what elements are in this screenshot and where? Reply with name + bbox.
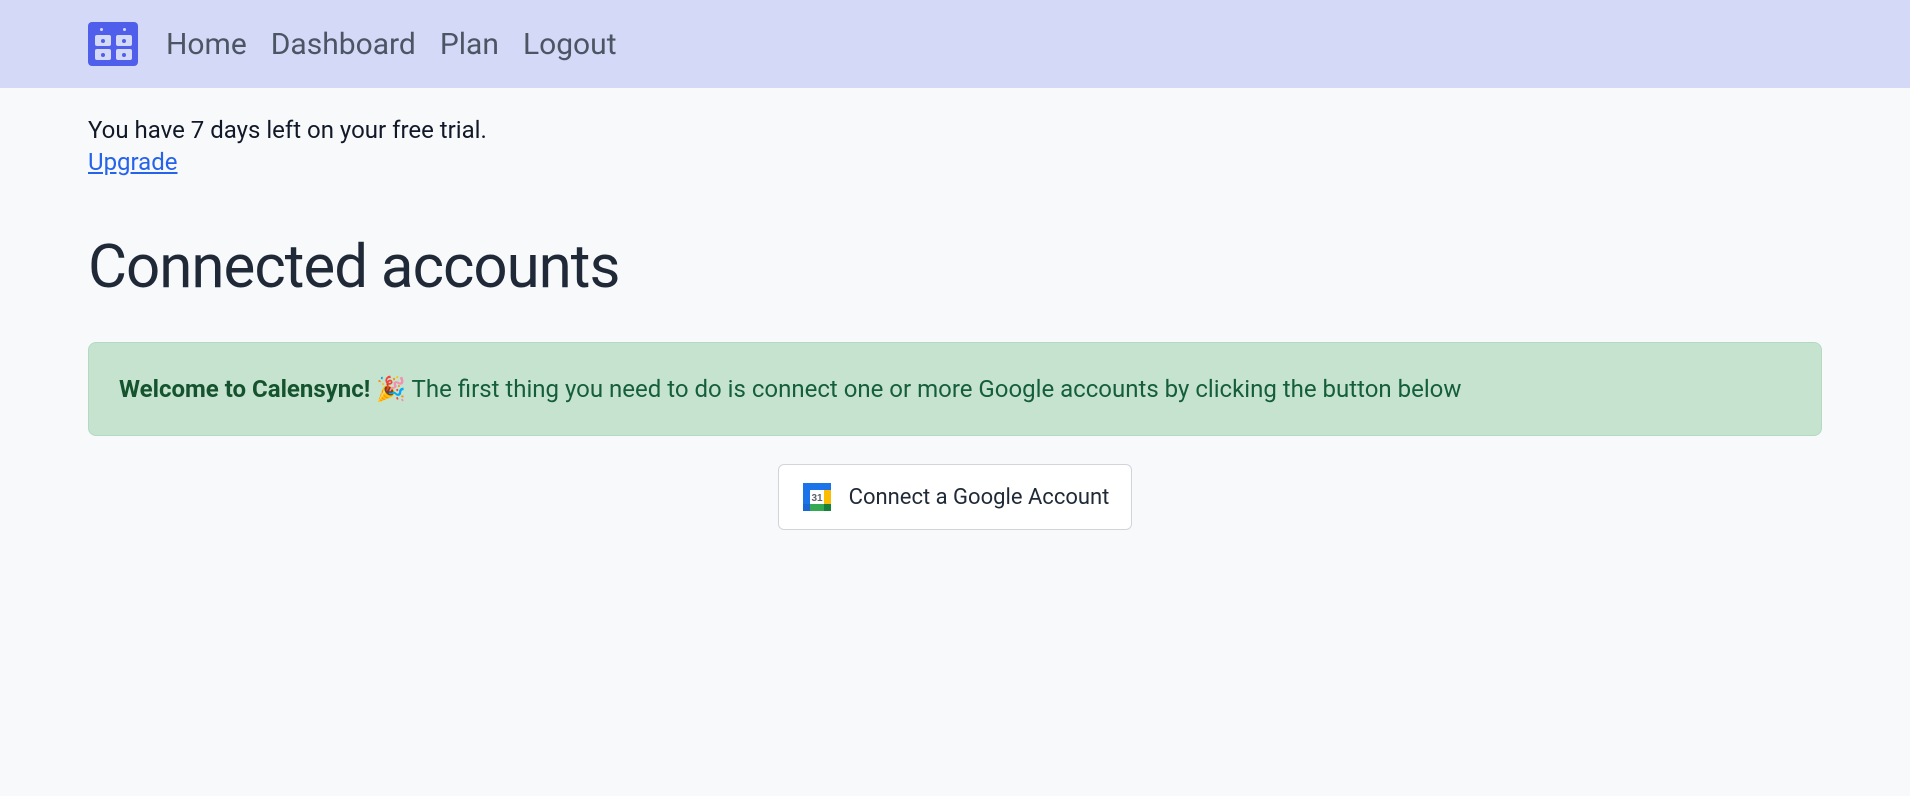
party-emoji-icon: 🎉 bbox=[376, 375, 406, 403]
nav-link-logout[interactable]: Logout bbox=[523, 27, 617, 62]
nav-link-dashboard[interactable]: Dashboard bbox=[271, 27, 416, 62]
google-calendar-icon: 31 bbox=[801, 481, 833, 513]
nav-link-plan[interactable]: Plan bbox=[440, 27, 499, 62]
welcome-strong: Welcome to Calensync! bbox=[119, 375, 370, 403]
connect-button-label: Connect a Google Account bbox=[849, 485, 1110, 510]
welcome-text: The first thing you need to do is connec… bbox=[406, 375, 1461, 403]
connect-google-button[interactable]: 31 Connect a Google Account bbox=[778, 464, 1133, 530]
page-title: Connected accounts bbox=[88, 231, 1822, 302]
upgrade-link[interactable]: Upgrade bbox=[88, 148, 178, 176]
app-logo-icon[interactable] bbox=[88, 22, 138, 66]
svg-text:31: 31 bbox=[811, 493, 823, 504]
trial-message: You have 7 days left on your free trial. bbox=[88, 116, 1822, 144]
welcome-banner: Welcome to Calensync! 🎉 The first thing … bbox=[88, 342, 1822, 436]
navbar: Home Dashboard Plan Logout bbox=[0, 0, 1910, 88]
nav-link-home[interactable]: Home bbox=[166, 27, 247, 62]
main-content: You have 7 days left on your free trial.… bbox=[0, 88, 1910, 558]
